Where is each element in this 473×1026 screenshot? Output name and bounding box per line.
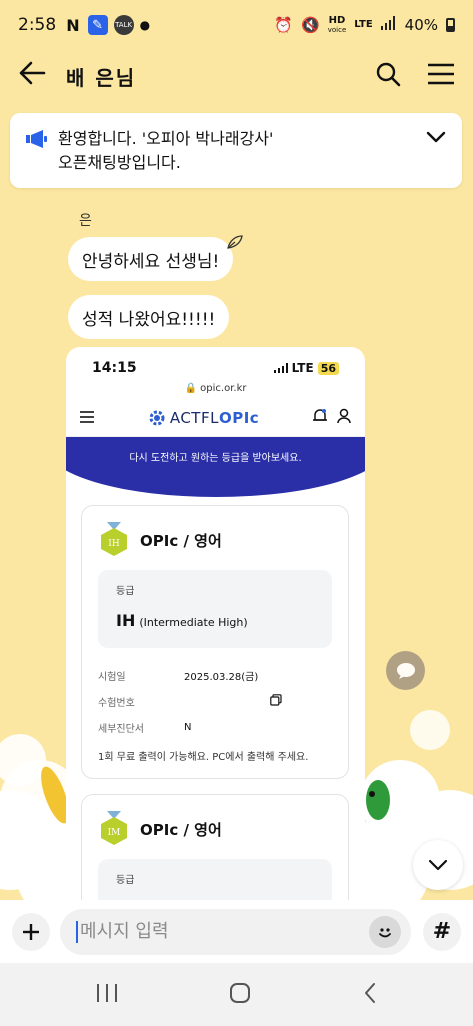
plus-icon xyxy=(23,923,39,940)
back-arrow-icon[interactable] xyxy=(18,61,46,91)
lte-label: LTE xyxy=(354,19,373,30)
copy-icon xyxy=(270,693,282,709)
svg-text:IH: IH xyxy=(108,539,120,549)
menu-icon[interactable] xyxy=(427,63,455,89)
talk-app-icon: TALK xyxy=(113,15,134,35)
screenshot-signal-icon xyxy=(273,363,288,373)
grade-code: IH xyxy=(116,611,136,630)
floating-chat-button[interactable] xyxy=(386,651,425,690)
hashtag-button[interactable]: # xyxy=(423,912,461,951)
emoji-button[interactable] xyxy=(369,915,401,948)
notice-line-1: 환영합니다. '오피아 박나래강사' xyxy=(58,129,274,148)
voice-label: voice xyxy=(327,26,347,34)
back-nav-icon[interactable] xyxy=(362,981,378,1009)
hd-label: HD xyxy=(328,15,346,26)
banner-text: 다시 도전하고 원하는 등급을 받아보세요. xyxy=(129,453,302,464)
info-row: 수험번호 xyxy=(98,688,332,714)
site-menu-icon xyxy=(80,408,94,427)
attach-button[interactable] xyxy=(12,912,50,951)
chevron-down-icon[interactable] xyxy=(426,129,446,174)
site-banner: 다시 도전하고 원하는 등급을 받아보세요. xyxy=(66,437,365,505)
info-row: 세부진단서 N xyxy=(98,721,192,735)
message-bubble[interactable]: 성적 나왔어요!!!!! xyxy=(68,295,230,339)
text-caret xyxy=(76,920,78,943)
scroll-to-bottom-button[interactable] xyxy=(413,840,463,890)
chat-title: 배 은님 xyxy=(66,65,137,90)
lock-icon: 🔒 xyxy=(184,383,197,394)
search-icon[interactable] xyxy=(375,61,401,91)
app-notification-icon: N xyxy=(66,15,80,35)
card-title: OPIc / 영어 xyxy=(140,820,222,839)
message-field[interactable] xyxy=(60,908,411,955)
image-message[interactable]: 14:15 LTE 56 🔒 opic.or.kr ACTFLOPIc 다시 도… xyxy=(66,347,365,907)
battery-percent: 40% xyxy=(404,16,438,34)
notice-line-2: 오픈채팅방입니다. xyxy=(58,153,181,172)
speech-bubble-icon xyxy=(396,662,415,679)
signal-icon xyxy=(380,16,397,34)
medal-icon: IH xyxy=(98,522,130,558)
screenshot-url: 🔒 opic.or.kr xyxy=(184,383,247,394)
site-logo: ACTFLOPIc xyxy=(148,409,259,427)
more-notifications-icon: ● xyxy=(139,18,151,32)
site-navbar: ACTFLOPIc xyxy=(66,399,365,437)
pen-app-icon: ✎ xyxy=(87,15,108,35)
info-list: 시험일 2025.03.28(금) 수험번호 세부진단서 N xyxy=(82,662,348,740)
svg-text:IM: IM xyxy=(108,828,121,838)
recent-apps-icon[interactable] xyxy=(95,982,119,1008)
chat-header: 배 은님 xyxy=(0,50,473,102)
battery-icon xyxy=(446,18,455,32)
grade-label: 등급 xyxy=(116,586,135,597)
sender-name: 은 xyxy=(79,213,92,229)
status-time: 2:58 xyxy=(18,15,57,35)
home-icon[interactable] xyxy=(228,981,252,1009)
grade-label: 등급 xyxy=(116,875,135,886)
grade-name: (Intermediate High) xyxy=(139,616,248,629)
medal-icon: IM xyxy=(98,811,130,847)
screenshot-battery: 56 xyxy=(317,361,339,375)
mute-icon: 🔇 xyxy=(301,16,320,34)
notice-banner[interactable]: 환영합니다. '오피아 박나래강사' 오픈채팅방입니다. xyxy=(10,113,462,188)
alarm-icon: ⏰ xyxy=(274,16,294,34)
result-card: IH OPIc / 영어 등급 IH (Intermediate High) 시험… xyxy=(81,505,349,779)
gear-logo-icon xyxy=(149,410,165,425)
message-input[interactable] xyxy=(80,921,369,942)
card-title: OPIc / 영어 xyxy=(140,531,222,550)
megaphone-icon xyxy=(26,129,48,174)
screenshot-time: 14:15 xyxy=(92,360,137,376)
result-card: IM OPIc / 영어 등급 xyxy=(81,794,349,907)
bell-icon xyxy=(313,408,327,428)
smiley-icon xyxy=(379,927,391,937)
chevron-down-icon xyxy=(428,859,448,871)
message-bubble[interactable]: 안녕하세요 선생님! xyxy=(68,237,234,281)
message-input-bar: # xyxy=(0,900,473,963)
leaf-reaction-icon xyxy=(226,234,244,254)
user-icon xyxy=(337,408,351,428)
grade-box: 등급 IH (Intermediate High) xyxy=(98,570,332,648)
hashtag-icon: # xyxy=(432,919,452,944)
screenshot-network: LTE xyxy=(291,361,314,375)
info-row: 시험일 2025.03.28(금) xyxy=(98,671,259,683)
system-nav-bar xyxy=(0,963,473,1026)
status-bar: 2:58 N ✎ TALK ● ⏰ 🔇 HD voice LTE 40% xyxy=(0,0,473,50)
print-note: 1회 무료 출력이 가능해요. PC에서 출력해 주세요. xyxy=(98,752,309,763)
